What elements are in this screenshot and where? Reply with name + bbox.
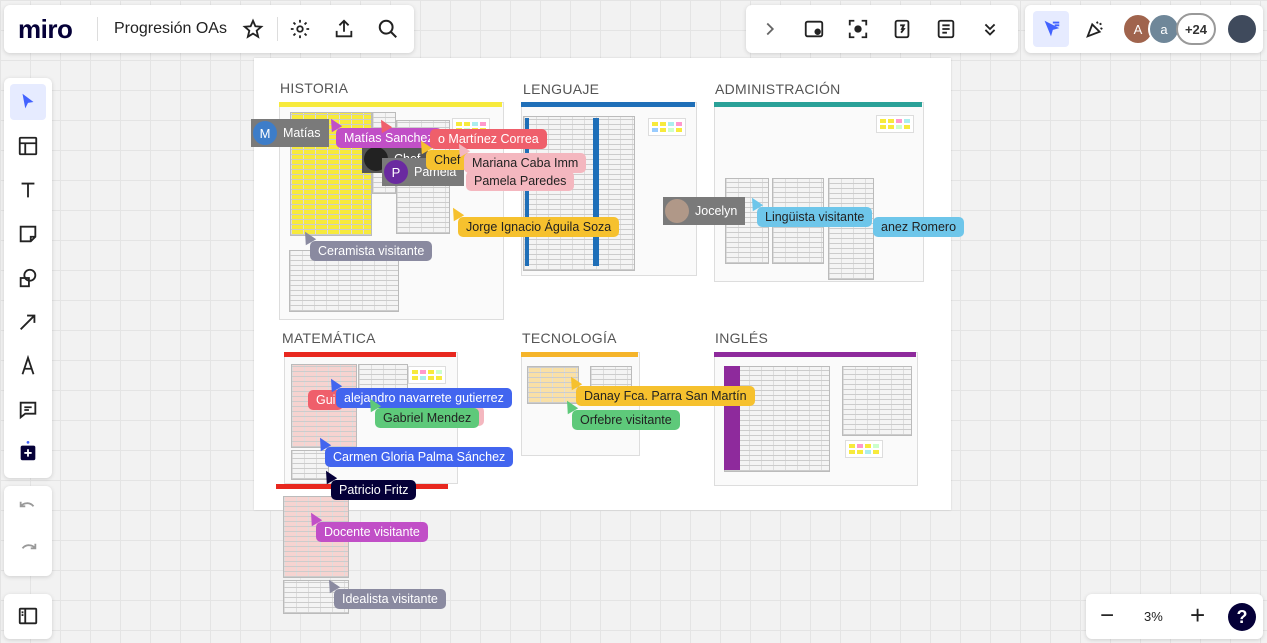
- my-avatar[interactable]: [1226, 13, 1258, 45]
- upload-icon[interactable]: [328, 13, 360, 45]
- matematica-sticky-notes[interactable]: [408, 366, 446, 384]
- comment-icon[interactable]: [12, 394, 44, 426]
- sidebar-toggle-icon[interactable]: [12, 600, 44, 632]
- notes-icon[interactable]: [930, 13, 962, 45]
- select-icon[interactable]: [10, 84, 46, 120]
- matematica-color-bar: [284, 352, 456, 357]
- cursor-label: alejandro navarrete gutierrez: [336, 388, 512, 408]
- sticky-note-icon[interactable]: [12, 218, 44, 250]
- timer-icon[interactable]: [886, 13, 918, 45]
- history-toolbar: [4, 486, 52, 576]
- arrow-icon[interactable]: [12, 306, 44, 338]
- more-collaborators-count[interactable]: +24: [1176, 13, 1216, 45]
- cursor-label: Carmen Gloria Palma Sánchez: [325, 447, 514, 467]
- chevron-double-down-icon[interactable]: [974, 13, 1006, 45]
- tecnologia-color-bar: [521, 352, 638, 357]
- administracion-sticky-notes[interactable]: [876, 115, 914, 133]
- settings-icon[interactable]: [284, 13, 316, 45]
- redo-icon[interactable]: [12, 536, 44, 568]
- header-bar: miro Progresión OAs: [4, 5, 414, 53]
- lenguaje-sticky-notes[interactable]: [648, 118, 686, 136]
- header-divider-2: [277, 17, 278, 41]
- video-card[interactable]: M Matías: [251, 119, 329, 147]
- add-icon[interactable]: [12, 436, 44, 468]
- miro-logo[interactable]: miro: [18, 14, 73, 45]
- cursor-label: Pamela Paredes: [466, 171, 575, 191]
- cursor-label: Idealista visitante: [334, 589, 446, 609]
- section-title-administracion: ADMINISTRACIÓN: [715, 81, 841, 97]
- avatar: M: [253, 121, 277, 145]
- section-title-matematica: MATEMÁTICA: [282, 330, 376, 346]
- zoom-bar: − 3% + ?: [1086, 594, 1263, 639]
- lenguaje-column: [593, 118, 599, 266]
- header-divider: [97, 17, 98, 41]
- section-title-tecnologia: TECNOLOGÍA: [522, 330, 617, 346]
- ingles-sticky-notes[interactable]: [845, 440, 883, 458]
- help-button[interactable]: ?: [1228, 603, 1256, 631]
- avatar: [665, 199, 689, 223]
- administracion-color-bar: [714, 102, 922, 107]
- chevron-right-icon[interactable]: [754, 13, 786, 45]
- undo-icon[interactable]: [12, 494, 44, 526]
- star-icon[interactable]: [237, 13, 269, 45]
- cursor-label: anez Romero: [873, 217, 965, 237]
- video-card-name: Matías: [283, 126, 321, 140]
- board-view-icon[interactable]: [798, 13, 830, 45]
- cursor-label: Ceramista visitante: [310, 241, 433, 261]
- cursor-label: Lingüista visitante: [757, 207, 873, 227]
- video-card-name: Jocelyn: [695, 204, 738, 218]
- section-title-ingles: INGLÉS: [715, 330, 769, 346]
- focus-icon[interactable]: [842, 13, 874, 45]
- ingles-color-bar: [714, 352, 916, 357]
- collab-bar: A a +24: [1025, 5, 1263, 53]
- templates-icon[interactable]: [12, 130, 44, 162]
- section-title-lenguaje: LENGUAJE: [523, 81, 600, 97]
- pen-icon[interactable]: [12, 350, 44, 382]
- cursor-label: Patricio Fritz: [331, 480, 417, 500]
- top-tools-bar: [746, 5, 1018, 53]
- video-card[interactable]: Jocelyn: [663, 197, 746, 225]
- search-icon[interactable]: [372, 13, 404, 45]
- cursor-label: Gabriel Mendez: [375, 408, 480, 428]
- left-toolbar: [4, 78, 52, 478]
- cursor-label: Docente visitante: [316, 522, 428, 542]
- cursor-label: Orfebre visitante: [572, 410, 680, 430]
- avatar: P: [384, 160, 408, 184]
- zoom-level[interactable]: 3%: [1144, 609, 1163, 624]
- celebrate-icon[interactable]: [1079, 13, 1111, 45]
- panel-toggle: [4, 594, 52, 639]
- zoom-in-button[interactable]: +: [1190, 600, 1205, 631]
- shapes-icon[interactable]: [12, 262, 44, 294]
- administracion-sheet[interactable]: [828, 178, 874, 280]
- board-title[interactable]: Progresión OAs: [114, 20, 227, 38]
- cursor-label: o Martínez Correa: [430, 129, 547, 149]
- cursor-label: Mariana Caba Imm: [464, 153, 587, 173]
- zoom-out-button[interactable]: −: [1100, 602, 1114, 630]
- cursor-label: Jorge Ignacio Águila Soza: [458, 217, 620, 237]
- cursor-label: Danay Fca. Parra San Martín: [576, 386, 755, 406]
- cursor-filter-icon[interactable]: [1033, 11, 1069, 47]
- lenguaje-color-bar: [521, 102, 695, 107]
- ingles-sheet[interactable]: [842, 366, 912, 436]
- text-icon[interactable]: [12, 174, 44, 206]
- ingles-column: [724, 366, 740, 470]
- section-title-historia: HISTORIA: [280, 80, 349, 96]
- historia-color-bar: [279, 102, 502, 107]
